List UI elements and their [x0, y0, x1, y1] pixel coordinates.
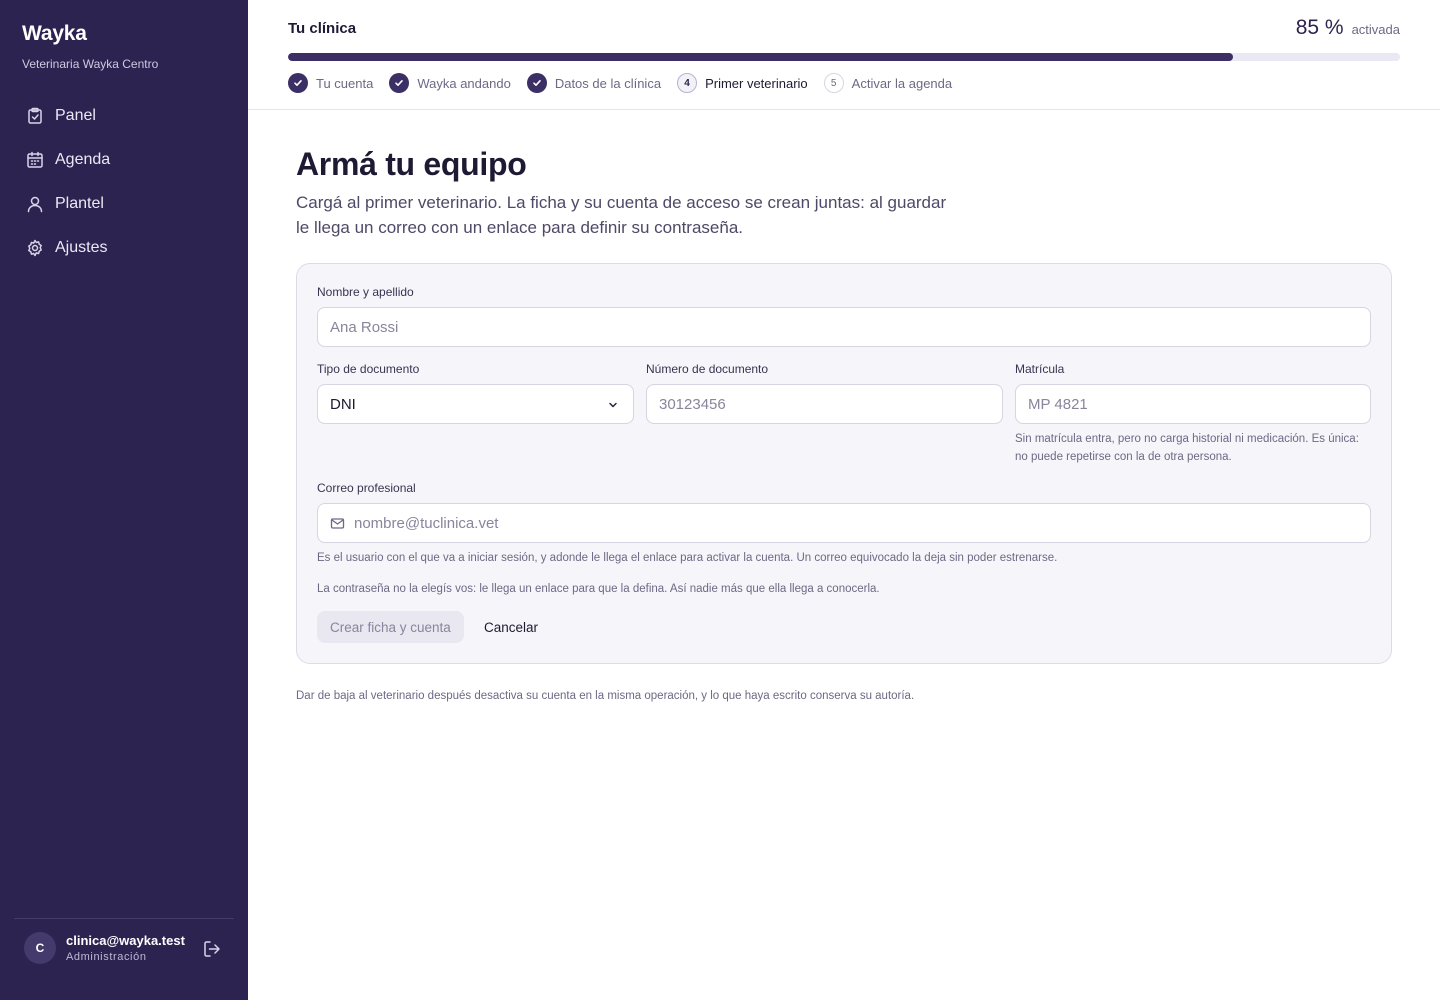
vet-form-card: Nombre y apellido Ana Rossi Tipo de docu…: [296, 263, 1392, 664]
percent-value: 85 %: [1295, 16, 1344, 39]
step-label: Wayka andando: [417, 75, 511, 91]
user-profile: C clinica@wayka.test Administración: [24, 932, 224, 966]
onboarding-steps: Tu cuenta Wayka andando Datos de la clín…: [288, 73, 968, 93]
onboarding-header: Tu clínica 85 % activada Tu cuenta Wayka…: [248, 0, 1440, 110]
license-placeholder: MP 4821: [1028, 395, 1088, 413]
page-description: Cargá al primer veterinario. La ficha y …: [296, 193, 947, 237]
sidebar-item-label: Plantel: [55, 195, 104, 212]
user-icon: [26, 195, 44, 213]
doc-type-value: DNI: [330, 395, 356, 413]
progress-bar: [288, 53, 1400, 61]
doc-number-placeholder: 30123456: [659, 395, 726, 413]
progress-fill: [288, 53, 1234, 61]
license-label: Matrícula: [1015, 362, 1065, 376]
step-label: Datos de la clínica: [554, 75, 662, 91]
step-label: Tu cuenta: [316, 75, 374, 91]
page-title: Armá tu equipo: [296, 146, 527, 182]
clinic-name: Veterinaria Wayka Centro: [22, 57, 159, 71]
create-record-button[interactable]: Crear ficha y cuenta: [317, 611, 464, 643]
doc-type-select[interactable]: DNI: [317, 384, 634, 424]
email-field[interactable]: nombre@tuclinica.vet: [317, 503, 1371, 543]
percent-label: activada: [1351, 22, 1400, 37]
step-activar-agenda[interactable]: 5 Activar la agenda: [823, 73, 953, 93]
step-number: 5: [823, 73, 844, 93]
calendar-icon: [26, 151, 44, 169]
brand-logo: Wayka: [22, 22, 87, 45]
cancel-button[interactable]: Cancelar: [484, 611, 538, 643]
sidebar-item-agenda[interactable]: Agenda: [14, 140, 234, 180]
step-label: Primer veterinario: [705, 75, 808, 91]
step-tu-cuenta[interactable]: Tu cuenta: [288, 73, 373, 93]
step-label: Activar la agenda: [851, 75, 953, 91]
step-primer-veterinario[interactable]: 4 Primer veterinario: [677, 73, 808, 93]
gear-icon: [26, 239, 44, 257]
sidebar: Wayka Veterinaria Wayka Centro Panel Age…: [0, 0, 248, 1000]
sidebar-item-label: Ajustes: [55, 239, 108, 256]
step-wayka-andando[interactable]: Wayka andando: [389, 73, 511, 93]
logout-icon[interactable]: [202, 939, 222, 959]
step-datos-clinica[interactable]: Datos de la clínica: [526, 73, 662, 93]
license-input[interactable]: MP 4821: [1015, 384, 1371, 424]
name-label: Nombre y apellido: [317, 285, 414, 299]
check-icon: [288, 73, 308, 93]
step-number: 4: [677, 73, 698, 93]
email-help: Es el usuario con el que va a iniciar se…: [317, 552, 1058, 564]
doc-type-label: Tipo de documento: [317, 362, 420, 376]
user-role: Administración: [66, 951, 147, 963]
avatar: C: [24, 932, 56, 964]
sidebar-item-plantel[interactable]: Plantel: [14, 184, 234, 224]
license-help: Sin matrícula entra, pero no carga histo…: [1015, 433, 1359, 463]
doc-number-input[interactable]: 30123456: [646, 384, 1003, 424]
email-label: Correo profesional: [317, 481, 416, 495]
check-icon: [389, 73, 410, 93]
mail-icon: [330, 516, 345, 531]
clipboard-check-icon: [26, 107, 44, 125]
email-placeholder: nombre@tuclinica.vet: [354, 514, 499, 532]
sidebar-item-label: Panel: [55, 107, 96, 124]
sidebar-nav: Panel Agenda Plantel Ajustes: [14, 96, 234, 272]
sidebar-item-label: Agenda: [55, 151, 111, 168]
activation-percent: 85 % activada: [1296, 16, 1400, 40]
name-input[interactable]: Ana Rossi: [317, 307, 1371, 347]
password-help: La contraseña no la elegís vos: le llega…: [317, 583, 880, 595]
sidebar-divider: [14, 918, 234, 919]
sidebar-item-ajustes[interactable]: Ajustes: [14, 228, 234, 268]
name-placeholder: Ana Rossi: [330, 318, 399, 336]
chevron-down-icon: [607, 398, 619, 415]
check-icon: [526, 73, 547, 93]
sidebar-item-panel[interactable]: Panel: [14, 96, 234, 136]
header-title: Tu clínica: [288, 20, 357, 37]
user-email: clinica@wayka.test: [66, 933, 185, 948]
footnote: Dar de baja al veterinario después desac…: [296, 690, 915, 702]
doc-number-label: Número de documento: [646, 362, 769, 376]
